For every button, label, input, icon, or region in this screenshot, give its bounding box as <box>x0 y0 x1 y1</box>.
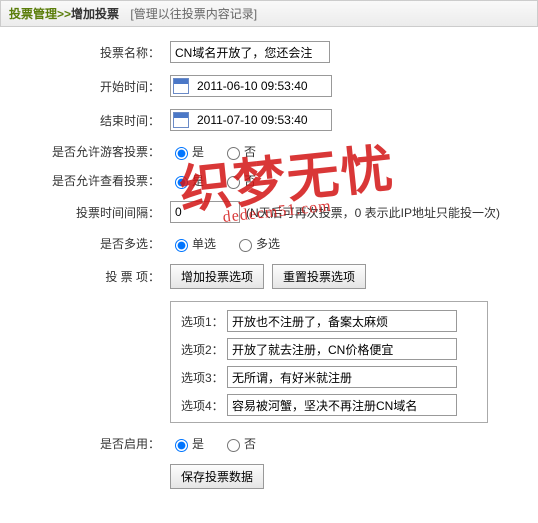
multi-single-radio[interactable] <box>175 239 188 252</box>
interval-hint: (N天后可再次投票，0 表示此IP地址只能投一次) <box>246 204 500 221</box>
radio-label-yes: 是 <box>192 172 204 189</box>
breadcrumb-current: 增加投票 <box>71 7 119 21</box>
option-input-3[interactable] <box>227 366 457 388</box>
form: 投票名称： 开始时间： 结束时间： 是否允许游客投票： 是 否 是 <box>0 27 538 499</box>
enable-yes-radio[interactable] <box>175 439 188 452</box>
breadcrumb-note[interactable]: [管理以往投票内容记录] <box>130 7 257 21</box>
label-multi: 是否多选： <box>0 235 170 252</box>
radio-label-no: 否 <box>244 435 256 452</box>
option-row: 选项1： <box>181 310 477 332</box>
label-title: 投票名称： <box>0 44 170 61</box>
label-options: 投 票 项： <box>0 268 170 285</box>
radio-label-yes: 是 <box>192 435 204 452</box>
enable-no-radio[interactable] <box>227 439 240 452</box>
breadcrumb-section[interactable]: 投票管理 <box>9 7 57 21</box>
breadcrumb-sep: >> <box>57 7 71 21</box>
interval-input[interactable] <box>170 201 240 223</box>
multi-multi-radio[interactable] <box>239 239 252 252</box>
label-start: 开始时间： <box>0 78 170 95</box>
save-button[interactable]: 保存投票数据 <box>170 464 264 489</box>
allow-view-yes-radio[interactable] <box>175 176 188 189</box>
radio-label-yes: 是 <box>192 143 204 160</box>
radio-label-multi: 多选 <box>256 235 280 252</box>
add-option-button[interactable]: 增加投票选项 <box>170 264 264 289</box>
calendar-icon[interactable] <box>173 112 189 128</box>
radio-label-no: 否 <box>244 172 256 189</box>
breadcrumb: 投票管理>>增加投票 [管理以往投票内容记录] <box>0 0 538 27</box>
option-input-4[interactable] <box>227 394 457 416</box>
option-label: 选项2： <box>181 341 227 358</box>
multi-radio-group: 单选 多选 <box>170 235 298 252</box>
radio-label-no: 否 <box>244 143 256 160</box>
option-row: 选项2： <box>181 338 477 360</box>
allow-view-radio-group: 是 否 <box>170 172 274 189</box>
option-label: 选项3： <box>181 369 227 386</box>
option-row: 选项3： <box>181 366 477 388</box>
option-row: 选项4： <box>181 394 477 416</box>
allow-guest-no-radio[interactable] <box>227 147 240 160</box>
start-date-input[interactable] <box>193 77 331 95</box>
option-label: 选项4： <box>181 397 227 414</box>
end-date-input[interactable] <box>193 111 331 129</box>
label-enable: 是否启用： <box>0 435 170 452</box>
reset-option-button[interactable]: 重置投票选项 <box>272 264 366 289</box>
option-label: 选项1： <box>181 313 227 330</box>
radio-label-single: 单选 <box>192 235 216 252</box>
allow-view-no-radio[interactable] <box>227 176 240 189</box>
enable-radio-group: 是 否 <box>170 435 274 452</box>
label-allow-view: 是否允许查看投票： <box>0 172 170 189</box>
calendar-icon[interactable] <box>173 78 189 94</box>
title-input[interactable] <box>170 41 330 63</box>
allow-guest-yes-radio[interactable] <box>175 147 188 160</box>
label-end: 结束时间： <box>0 112 170 129</box>
options-box: 选项1： 选项2： 选项3： 选项4： <box>170 301 488 423</box>
option-input-1[interactable] <box>227 310 457 332</box>
label-interval: 投票时间间隔： <box>0 204 170 221</box>
option-input-2[interactable] <box>227 338 457 360</box>
start-date-field[interactable] <box>170 75 332 97</box>
allow-guest-radio-group: 是 否 <box>170 143 274 160</box>
end-date-field[interactable] <box>170 109 332 131</box>
label-allow-guest: 是否允许游客投票： <box>0 143 170 160</box>
